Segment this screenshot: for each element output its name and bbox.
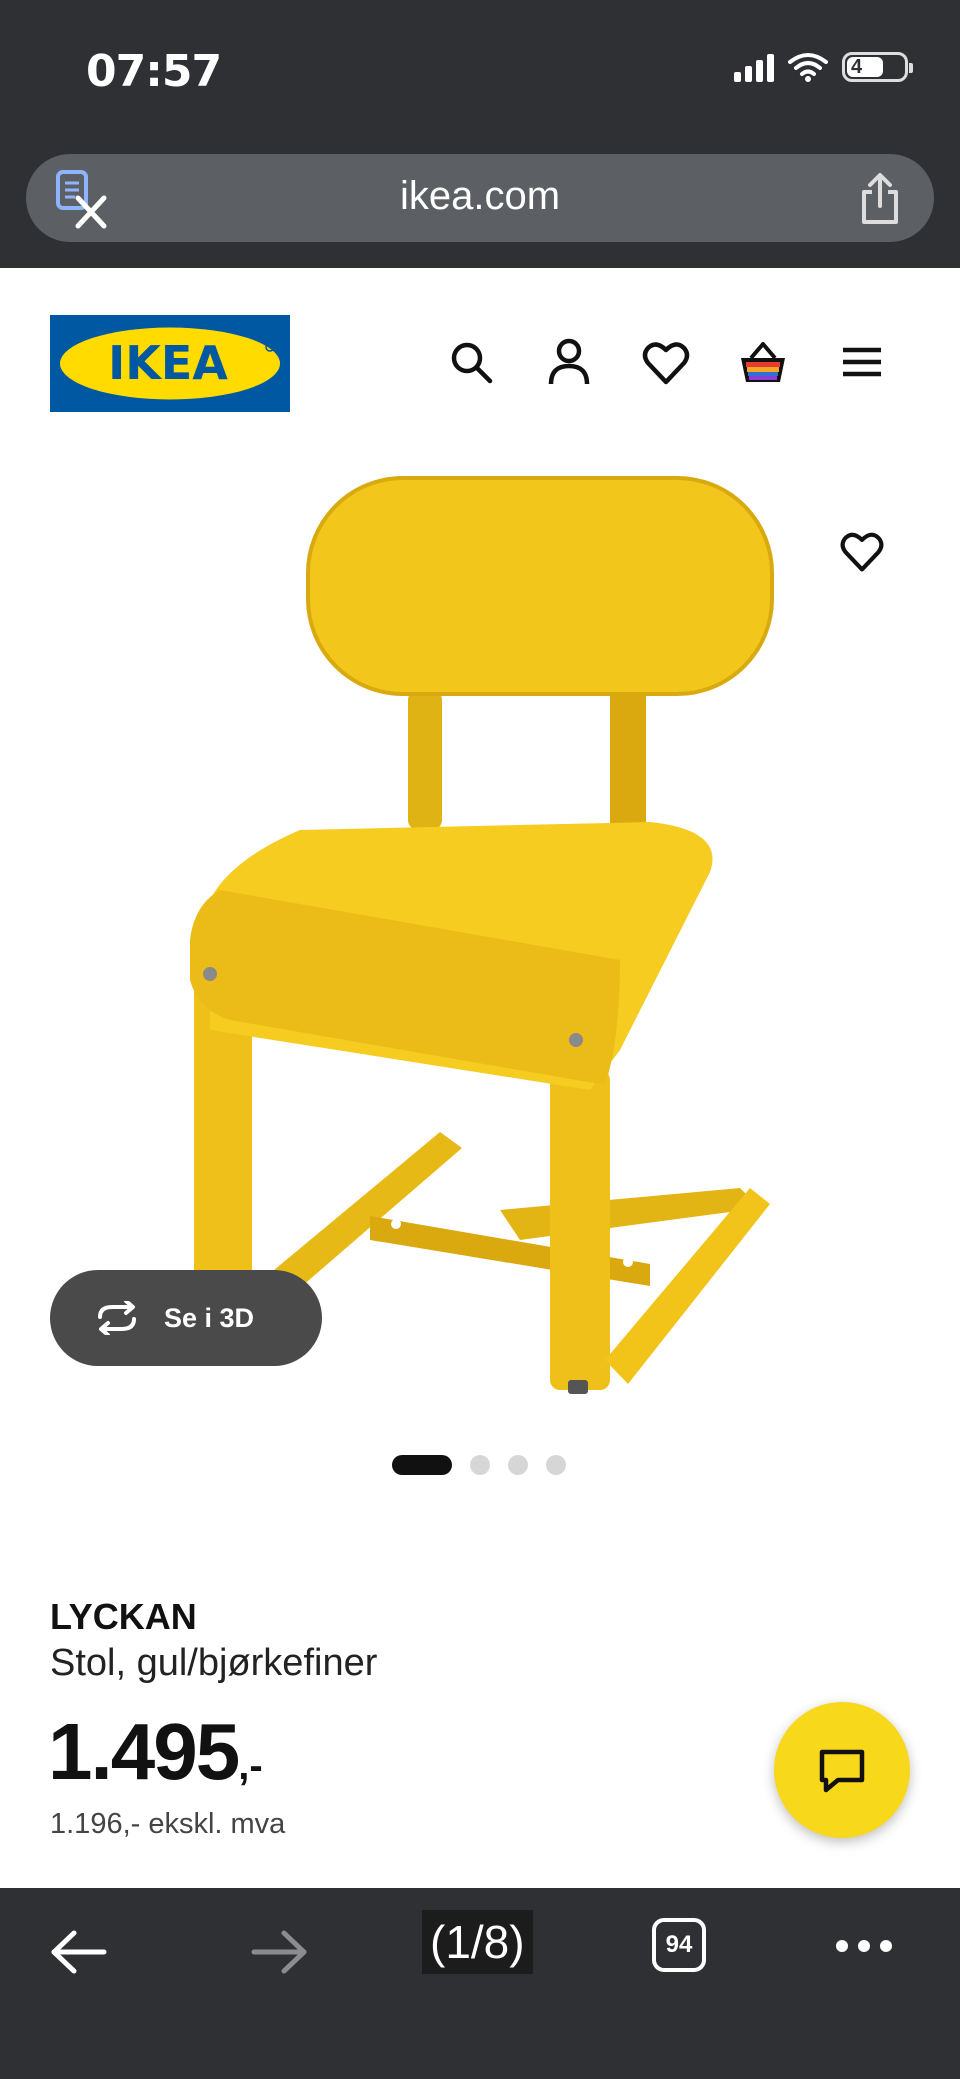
basket-icon[interactable] — [738, 336, 788, 388]
address-bar[interactable]: ikea.com — [26, 154, 934, 242]
gallery-dot-3[interactable] — [508, 1455, 528, 1475]
logo-text: IKEA — [108, 336, 228, 390]
page-counter[interactable]: (1/8) — [422, 1910, 533, 1974]
menu-icon[interactable] — [837, 336, 887, 388]
product-name: LYCKAN — [50, 1596, 197, 1637]
browser-top-chrome: 07:57 4 ikea.com — [0, 0, 960, 268]
battery-icon: 4 — [842, 52, 913, 82]
price-excluding-vat: 1.196,- ekskl. mva — [50, 1808, 286, 1840]
browser-bottom-toolbar: (1/8) 94 — [0, 1888, 960, 2079]
view-in-3d-label: Se i 3D — [164, 1302, 255, 1333]
view-in-3d-button[interactable]: Se i 3D — [50, 1270, 322, 1366]
heart-icon[interactable] — [641, 336, 691, 388]
search-icon[interactable] — [446, 336, 496, 388]
rotate-3d-icon — [98, 1301, 136, 1335]
status-icons: 4 — [734, 52, 913, 82]
forward-arrow-icon[interactable] — [250, 1930, 308, 1974]
chat-icon — [819, 1749, 865, 1793]
product-description: Stol, gul/bjørkefiner — [50, 1642, 378, 1684]
price-suffix: ,- — [238, 1744, 263, 1788]
more-options-icon[interactable] — [834, 1938, 894, 1954]
wifi-icon — [788, 53, 828, 82]
gallery-pagination — [392, 1455, 566, 1475]
gallery-dot-4[interactable] — [546, 1455, 566, 1475]
share-icon[interactable] — [856, 172, 904, 226]
chat-button[interactable] — [774, 1702, 910, 1838]
gallery-dot-2[interactable] — [470, 1455, 490, 1475]
product-price: 1.495,- — [48, 1706, 263, 1798]
user-icon[interactable] — [544, 336, 594, 388]
url-text[interactable]: ikea.com — [26, 174, 934, 219]
tabs-button[interactable]: 94 — [652, 1918, 706, 1972]
battery-level: 4 — [851, 56, 863, 78]
back-arrow-icon[interactable] — [50, 1930, 108, 1974]
ikea-logo[interactable]: IKEA — [50, 315, 290, 412]
add-to-wishlist-heart-icon[interactable] — [838, 527, 886, 575]
gallery-dot-1[interactable] — [392, 1455, 452, 1475]
status-time: 07:57 — [86, 46, 222, 97]
cellular-signal-icon — [734, 52, 774, 82]
price-value: 1.495 — [48, 1707, 240, 1796]
